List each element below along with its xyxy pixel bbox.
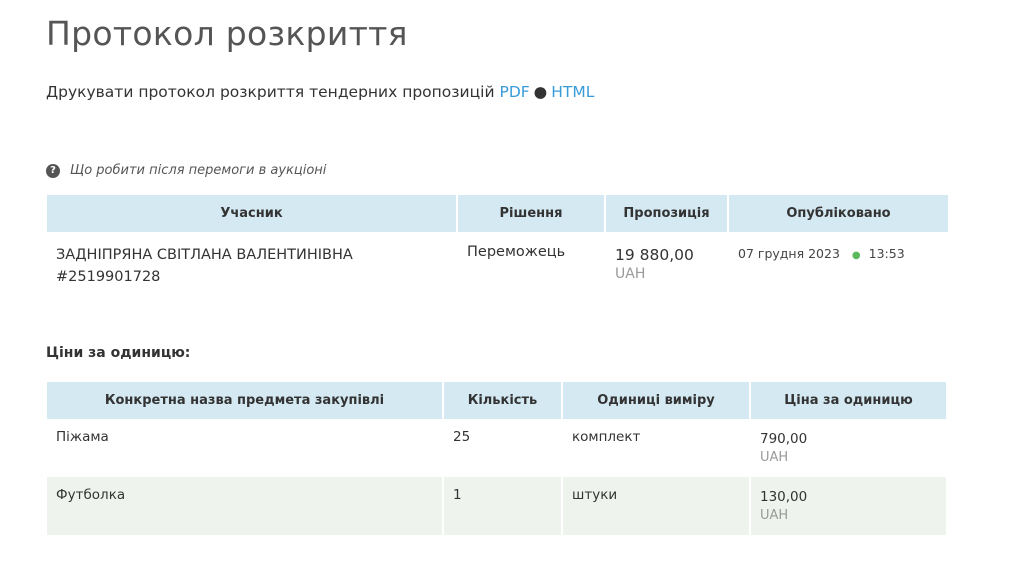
unit-price-currency: UAH xyxy=(760,450,789,465)
unit-price-cell: 130,00 UAH xyxy=(751,477,946,535)
print-protocol-label: Друкувати протокол розкриття тендерних п… xyxy=(46,83,495,101)
help-link-text[interactable]: Що робити після перемоги в аукціоні xyxy=(70,163,326,178)
offer-amount: 19 880,00 xyxy=(615,246,694,264)
item-name-cell: Піжама xyxy=(56,429,109,445)
col-header-unit-price: Ціна за одиницю xyxy=(751,382,946,419)
help-link-row[interactable]: ? Що робити після перемоги в аукціоні xyxy=(46,163,326,178)
separator-dot: ● xyxy=(533,83,548,101)
table-row: Піжама 25 комплект 790,00 UAH xyxy=(47,419,946,477)
col-header-offer: Пропозиція xyxy=(606,195,727,232)
published-cell: 07 грудня 2023 ● 13:53 xyxy=(729,232,948,296)
page-title: Протокол розкриття xyxy=(46,14,408,53)
participant-cell: ЗАДНІПРЯНА СВІТЛАНА ВАЛЕНТИНІВНА #251990… xyxy=(47,232,456,296)
col-header-quantity: Кількість xyxy=(444,382,561,419)
unit-prices-heading: Ціни за одиницю: xyxy=(46,345,191,361)
question-circle-icon: ? xyxy=(46,163,60,178)
col-header-decision: Рішення xyxy=(458,195,604,232)
table-row: Футболка 1 штуки 130,00 UAH xyxy=(47,477,946,535)
offer-currency: UAH xyxy=(615,266,646,282)
participant-id: #2519901728 xyxy=(56,269,161,285)
unit-cell: комплект xyxy=(572,429,641,445)
offer-cell: 19 880,00 UAH xyxy=(606,232,727,296)
unit-cell: штуки xyxy=(563,477,749,535)
item-name-cell: Футболка xyxy=(47,477,442,535)
col-header-item-name: Конкретна назва предмета закупівлі xyxy=(47,382,442,419)
published-status-dot: ● xyxy=(851,250,861,261)
page: Протокол розкриття Друкувати протокол ро… xyxy=(0,0,1024,577)
quantity-cell: 25 xyxy=(453,429,471,445)
unit-prices-table: Конкретна назва предмета закупівлі Кільк… xyxy=(45,382,948,535)
unit-price-currency: UAH xyxy=(760,508,789,523)
unit-price-amount: 790,00 xyxy=(760,431,808,447)
print-html-link[interactable]: HTML xyxy=(551,83,594,101)
col-header-published: Опубліковано xyxy=(729,195,948,232)
published-time: 13:53 xyxy=(868,246,905,261)
results-header-row: Учасник Рішення Пропозиція Опубліковано xyxy=(47,195,948,232)
unit-prices-header-row: Конкретна назва предмета закупівлі Кільк… xyxy=(47,382,946,419)
col-header-participant: Учасник xyxy=(47,195,456,232)
print-pdf-link[interactable]: PDF xyxy=(499,83,529,101)
table-row: ЗАДНІПРЯНА СВІТЛАНА ВАЛЕНТИНІВНА #251990… xyxy=(47,232,948,296)
unit-price-cell: 790,00 UAH xyxy=(751,419,946,477)
print-protocol-line: Друкувати протокол розкриття тендерних п… xyxy=(46,83,594,101)
quantity-cell: 1 xyxy=(444,477,561,535)
published-date: 07 грудня 2023 xyxy=(738,246,840,261)
col-header-unit: Одиниці виміру xyxy=(563,382,749,419)
unit-price-amount: 130,00 xyxy=(760,489,808,505)
decision-cell: Переможець xyxy=(467,244,566,260)
results-table: Учасник Рішення Пропозиція Опубліковано … xyxy=(45,195,950,296)
participant-name: ЗАДНІПРЯНА СВІТЛАНА ВАЛЕНТИНІВНА xyxy=(56,247,353,263)
